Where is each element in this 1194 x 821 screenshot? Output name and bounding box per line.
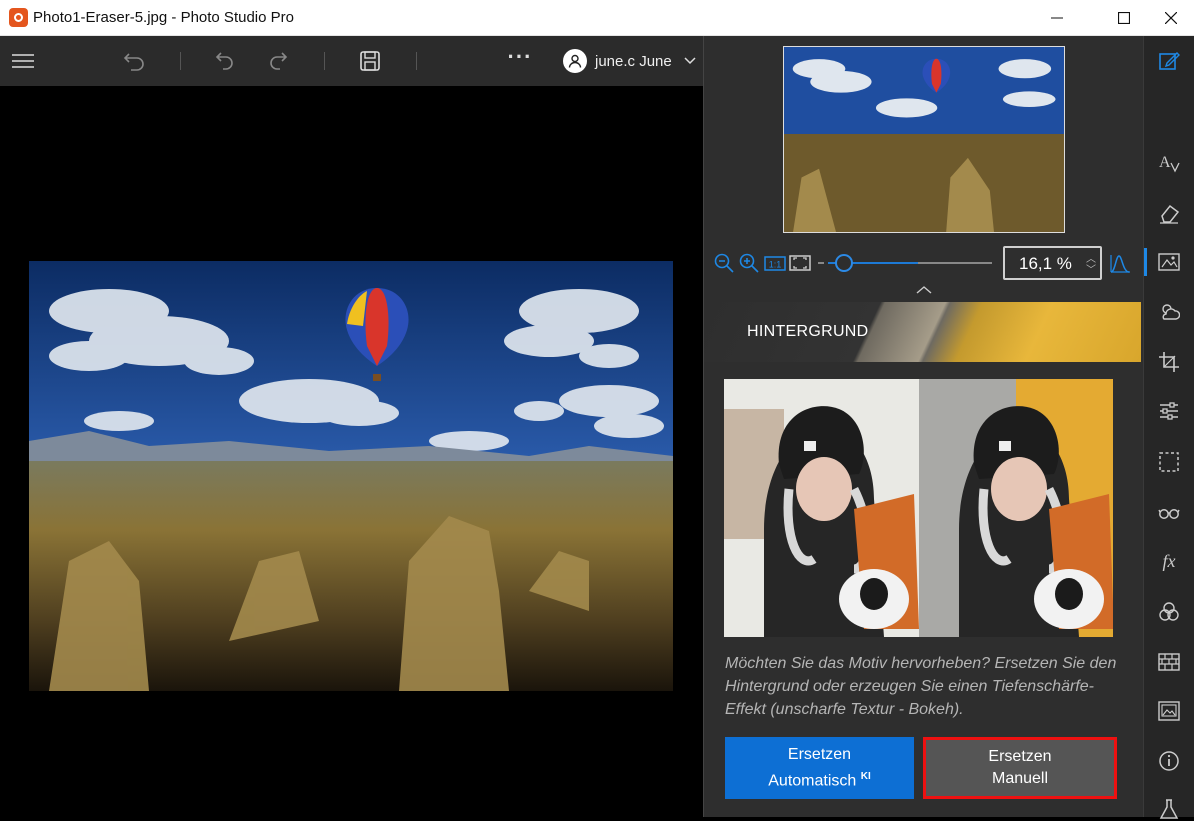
active-tool-indicator <box>1144 248 1147 276</box>
main-photo <box>29 261 673 691</box>
zoom-bar: 1:1 16,1 % ︿ ﹀ <box>704 244 1144 284</box>
zoom-out-icon[interactable] <box>713 252 735 274</box>
undo-icon <box>215 52 233 70</box>
lab-icon[interactable] <box>1157 797 1181 821</box>
undo-all-button[interactable] <box>122 49 146 73</box>
button-label: Ersetzen <box>988 748 1052 765</box>
zoom-value-field[interactable]: 16,1 % ︿ ﹀ <box>1003 246 1102 280</box>
zoom-in-icon[interactable] <box>738 252 760 274</box>
replace-manual-button[interactable]: Ersetzen Manuell <box>923 737 1117 799</box>
app-logo-icon <box>9 8 28 27</box>
button-label-line2: Manuell <box>991 770 1049 787</box>
redo-button[interactable] <box>266 49 290 73</box>
undo-all-icon <box>123 53 144 71</box>
menu-icon <box>12 54 34 68</box>
title-bar: Photo1-Eraser-5.jpg - Photo Studio Pro <box>0 0 1194 36</box>
zoom-value: 16,1 % <box>1019 254 1072 273</box>
toolbar-separator <box>180 52 181 70</box>
info-icon[interactable] <box>1157 749 1181 773</box>
button-label: Ersetzen <box>787 745 852 763</box>
edit-icon[interactable] <box>1157 49 1181 73</box>
selection-icon[interactable] <box>1157 450 1181 474</box>
user-icon <box>563 49 587 73</box>
toolbar-separator <box>324 52 325 70</box>
minimize-icon <box>1051 17 1063 19</box>
tool-sidebar: A fx <box>1143 36 1194 819</box>
zoom-slider-thumb[interactable] <box>835 254 854 272</box>
maximize-icon <box>1118 12 1130 24</box>
background-icon[interactable] <box>1157 250 1181 274</box>
section-header: HINTERGRUND <box>704 302 1141 362</box>
crop-icon[interactable] <box>1157 350 1181 374</box>
svg-text:A: A <box>1159 154 1171 171</box>
adjust-icon[interactable] <box>1157 399 1181 423</box>
save-button[interactable] <box>358 49 382 73</box>
user-menu[interactable]: june.c June <box>563 48 696 74</box>
undo-button[interactable] <box>213 49 237 73</box>
chevron-up-icon[interactable] <box>915 284 933 296</box>
chevron-down-icon <box>684 57 696 65</box>
right-panel: 1:1 16,1 % ︿ ﹀ HINTERGRUND Möchten Sie d… <box>703 36 1143 817</box>
weather-icon[interactable] <box>1157 299 1181 323</box>
save-icon <box>360 51 380 71</box>
fit-screen-icon[interactable] <box>789 252 811 274</box>
fx-icon[interactable]: fx <box>1157 549 1181 573</box>
minimize-button[interactable] <box>1034 0 1080 36</box>
texture-icon[interactable] <box>1157 650 1181 674</box>
background-preview-image <box>724 379 1113 637</box>
replace-automatic-button[interactable]: Ersetzen Automatisch KI <box>725 737 914 799</box>
actual-size-icon[interactable]: 1:1 <box>764 252 786 274</box>
histogram-icon[interactable] <box>1109 252 1131 274</box>
color-mix-icon[interactable] <box>1157 600 1181 624</box>
toolbar-separator <box>416 52 417 70</box>
svg-text:1:1: 1:1 <box>769 260 782 270</box>
text-icon[interactable]: A <box>1157 150 1181 174</box>
navigator-thumbnail[interactable] <box>783 46 1065 233</box>
close-icon <box>1165 12 1177 24</box>
close-button[interactable] <box>1148 0 1194 36</box>
redo-icon <box>270 52 288 70</box>
button-label-line2: Automatisch KI <box>768 770 871 790</box>
toolbar: ··· june.c June <box>0 36 703 86</box>
zoom-slider[interactable] <box>828 254 992 272</box>
window-title: Photo1-Eraser-5.jpg - Photo Studio Pro <box>33 9 294 26</box>
spin-down-icon[interactable]: ﹀ <box>1085 265 1097 277</box>
image-canvas[interactable] <box>0 86 703 817</box>
section-title: HINTERGRUND <box>747 323 869 340</box>
user-name: june.c June <box>595 52 672 70</box>
ai-badge: KI <box>860 770 871 782</box>
menu-button[interactable] <box>11 49 35 73</box>
section-description: Möchten Sie das Motiv hervorheben? Erset… <box>725 655 1117 718</box>
more-icon[interactable]: ··· <box>508 44 532 69</box>
image-icon[interactable] <box>1157 699 1181 723</box>
glasses-icon[interactable] <box>1157 500 1181 524</box>
eraser-icon[interactable] <box>1157 201 1181 225</box>
maximize-button[interactable] <box>1101 0 1147 36</box>
